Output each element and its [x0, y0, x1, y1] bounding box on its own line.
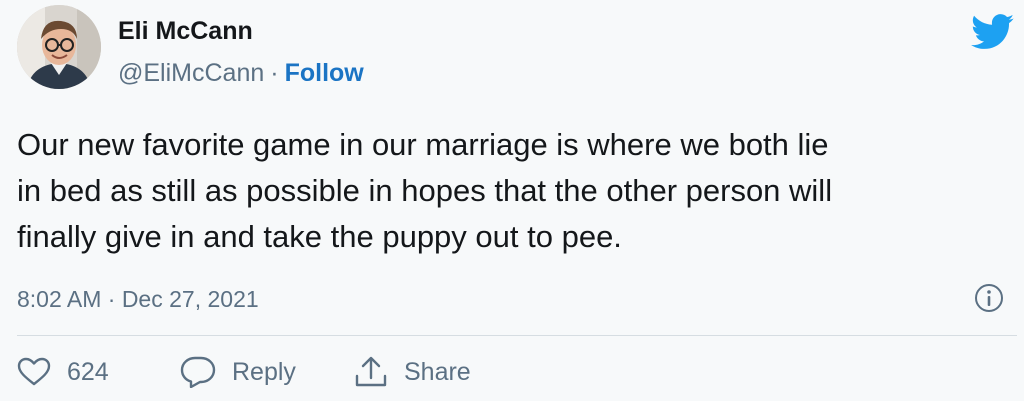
avatar[interactable] — [17, 5, 101, 89]
reply-label: Reply — [232, 357, 296, 386]
separator-dot: · — [270, 59, 279, 87]
tweet-text-line: in bed as still as possible in hopes tha… — [17, 173, 833, 208]
share-label: Share — [404, 357, 471, 386]
heart-icon — [17, 357, 51, 386]
divider — [17, 335, 1017, 336]
twitter-bird-icon[interactable] — [971, 14, 1015, 50]
info-icon[interactable] — [974, 283, 1004, 313]
tweet-card: Eli McCann @EliMcCann · Follow Our new fav… — [0, 0, 1024, 401]
follow-button[interactable]: Follow — [285, 59, 364, 87]
reply-button[interactable]: Reply — [180, 352, 296, 392]
tweet-text: Our new favorite game in our marriage is… — [17, 122, 1017, 260]
author-handle-row: @EliMcCann · Follow — [118, 59, 364, 88]
tweet-text-line: Our new favorite game in our marriage is… — [17, 127, 829, 162]
like-button[interactable]: 624 — [17, 352, 109, 392]
like-count: 624 — [67, 357, 109, 386]
speech-bubble-icon — [180, 356, 216, 388]
author-handle[interactable]: @EliMcCann — [118, 59, 264, 87]
avatar-image — [17, 5, 101, 89]
share-button[interactable]: Share — [354, 352, 471, 392]
share-arrow-icon — [355, 356, 387, 387]
tweet-text-line: finally give in and take the puppy out t… — [17, 219, 622, 254]
tweet-timestamp[interactable]: 8:02 AM · Dec 27, 2021 — [17, 286, 259, 313]
author-name[interactable]: Eli McCann — [118, 17, 253, 46]
